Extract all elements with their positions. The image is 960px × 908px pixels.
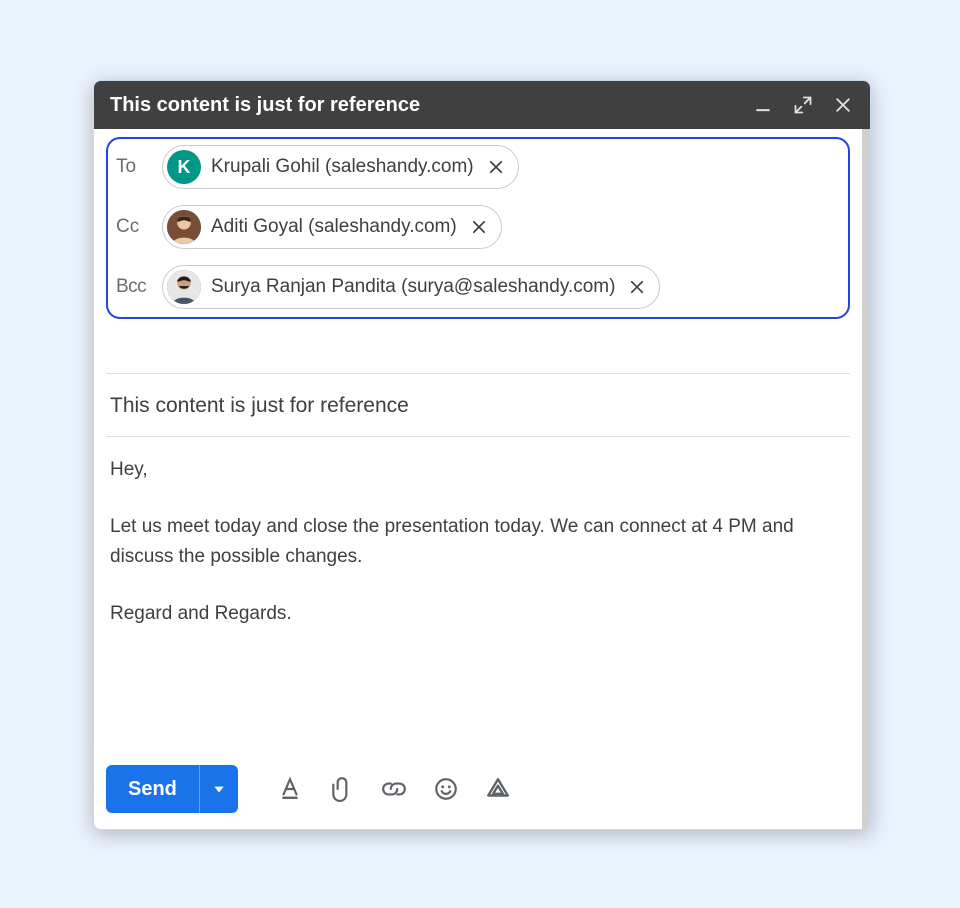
body-paragraph: Let us meet today and close the presenta… bbox=[110, 512, 846, 571]
emoji-icon[interactable] bbox=[424, 767, 468, 811]
cc-label: Cc bbox=[116, 216, 152, 238]
to-row[interactable]: To K Krupali Gohil (saleshandy.com) bbox=[116, 145, 840, 189]
to-label: To bbox=[116, 156, 152, 178]
minimize-button[interactable] bbox=[752, 94, 774, 116]
send-label[interactable]: Send bbox=[106, 765, 199, 813]
body-signoff: Regard and Regards. bbox=[110, 599, 846, 628]
formatting-icon[interactable] bbox=[268, 767, 312, 811]
chip-name: Aditi Goyal (saleshandy.com) bbox=[211, 216, 457, 238]
compose-window: This content is just for reference To K … bbox=[93, 80, 871, 830]
chip-name: Krupali Gohil (saleshandy.com) bbox=[211, 156, 474, 178]
avatar bbox=[167, 210, 201, 244]
subject-field[interactable]: This content is just for reference bbox=[110, 374, 846, 436]
close-button[interactable] bbox=[832, 94, 854, 116]
scrollbar[interactable] bbox=[862, 129, 870, 829]
send-options-dropdown[interactable] bbox=[200, 765, 238, 813]
to-chip[interactable]: K Krupali Gohil (saleshandy.com) bbox=[162, 145, 519, 189]
titlebar: This content is just for reference bbox=[94, 81, 870, 129]
email-body[interactable]: Hey, Let us meet today and close the pre… bbox=[110, 437, 846, 629]
attach-icon[interactable] bbox=[320, 767, 364, 811]
recipients-highlight: To K Krupali Gohil (saleshandy.com) Cc A… bbox=[106, 137, 850, 319]
chip-name: Surya Ranjan Pandita (surya@saleshandy.c… bbox=[211, 276, 615, 298]
bcc-label: Bcc bbox=[116, 276, 152, 298]
compose-body: To K Krupali Gohil (saleshandy.com) Cc A… bbox=[94, 129, 862, 829]
body-greeting: Hey, bbox=[110, 455, 846, 484]
drive-icon[interactable] bbox=[476, 767, 520, 811]
titlebar-actions bbox=[752, 94, 854, 116]
fullscreen-button[interactable] bbox=[792, 94, 814, 116]
bcc-chip[interactable]: Surya Ranjan Pandita (surya@saleshandy.c… bbox=[162, 265, 660, 309]
link-icon[interactable] bbox=[372, 767, 416, 811]
remove-chip-icon[interactable] bbox=[625, 275, 649, 299]
cc-chip[interactable]: Aditi Goyal (saleshandy.com) bbox=[162, 205, 502, 249]
cc-row[interactable]: Cc Aditi Goyal (saleshandy.com) bbox=[116, 205, 840, 249]
avatar: K bbox=[167, 150, 201, 184]
compose-toolbar: Send bbox=[106, 761, 850, 817]
remove-chip-icon[interactable] bbox=[484, 155, 508, 179]
window-title: This content is just for reference bbox=[110, 94, 420, 117]
bcc-row[interactable]: Bcc Surya Ranjan Pandita (surya@saleshan… bbox=[116, 265, 840, 309]
remove-chip-icon[interactable] bbox=[467, 215, 491, 239]
avatar bbox=[167, 270, 201, 304]
send-button[interactable]: Send bbox=[106, 765, 238, 813]
